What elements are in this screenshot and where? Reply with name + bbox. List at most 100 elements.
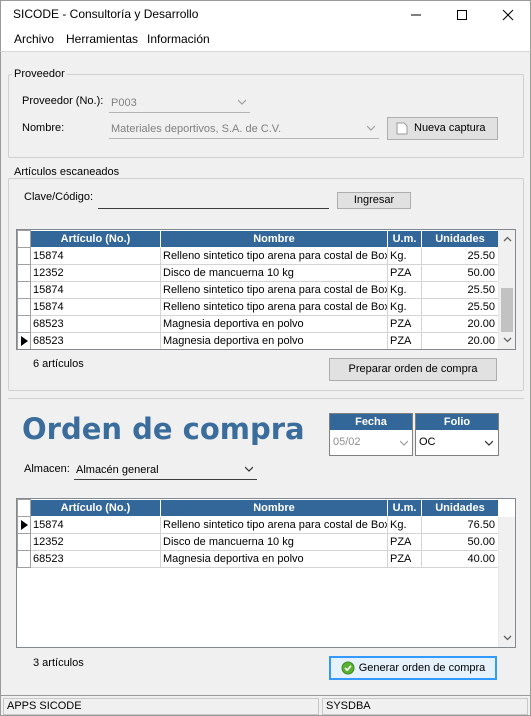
column-header-nombre[interactable]: Nombre (160, 499, 388, 517)
cell-nombre[interactable]: Magnesia deportiva en polvo (160, 332, 388, 349)
cell-nombre[interactable]: Relleno sintetico tipo arena para costal… (160, 516, 388, 534)
cell-unidades[interactable]: 20.00 (421, 315, 499, 333)
cell-unidades[interactable]: 25.50 (421, 281, 499, 299)
cell-um[interactable]: PZA (387, 533, 422, 551)
minimize-button[interactable] (393, 1, 439, 28)
table-row[interactable]: 12352 Disco de mancuerna 10 kg PZA 50.00 (17, 533, 499, 551)
row-header[interactable] (17, 550, 31, 568)
ingresar-button[interactable]: Ingresar (337, 192, 411, 209)
cell-articulo[interactable]: 68523 (30, 550, 161, 568)
preparar-orden-button[interactable]: Preparar orden de compra (329, 358, 497, 381)
column-header-unidades[interactable]: Unidades (421, 230, 499, 248)
scroll-down-icon[interactable] (503, 633, 512, 642)
column-header-articulo[interactable]: Artículo (No.) (30, 230, 161, 248)
scroll-down-icon[interactable] (503, 335, 512, 344)
cell-unidades[interactable]: 25.50 (421, 247, 499, 265)
orden-scrollbar[interactable] (498, 517, 515, 647)
status-user: SYSDBA (322, 698, 528, 715)
cell-nombre[interactable]: Disco de mancuerna 10 kg (160, 533, 388, 551)
cell-unidades[interactable]: 50.00 (421, 264, 499, 282)
cell-articulo[interactable]: 15874 (30, 516, 161, 534)
nombre-value: Materiales deportivos, S.A. de C.V. (111, 123, 282, 135)
current-row-indicator[interactable] (17, 516, 31, 534)
cell-unidades[interactable]: 76.50 (421, 516, 499, 534)
cell-um[interactable]: PZA (387, 550, 422, 568)
cell-nombre[interactable]: Relleno sintetico tipo arena para costal… (160, 247, 388, 265)
nueva-captura-button[interactable]: Nueva captura (387, 117, 498, 140)
cell-nombre[interactable]: Disco de mancuerna 10 kg (160, 264, 388, 282)
row-header[interactable] (17, 533, 31, 551)
menu-herramientas[interactable]: Herramientas (66, 32, 138, 46)
almacen-combo[interactable]: Almacén general (74, 462, 257, 480)
document-icon (396, 122, 408, 135)
close-button[interactable] (485, 1, 531, 28)
orden-count: 3 artículos (33, 657, 84, 669)
folio-box: Folio OC (415, 413, 499, 456)
cell-articulo[interactable]: 15874 (30, 281, 161, 299)
nombre-combo[interactable]: Materiales deportivos, S.A. de C.V. (109, 121, 379, 139)
cell-articulo[interactable]: 12352 (30, 533, 161, 551)
cell-um[interactable]: Kg. (387, 281, 422, 299)
row-header[interactable] (17, 247, 31, 265)
status-bar: APPS SICODE SYSDBA (0, 695, 531, 716)
column-header-um[interactable]: U.m. (387, 499, 422, 517)
column-header-um[interactable]: U.m. (387, 230, 422, 248)
fecha-picker[interactable]: 05/02 (330, 430, 412, 455)
cell-um[interactable]: Kg. (387, 516, 422, 534)
menu-archivo[interactable]: Archivo (14, 32, 54, 46)
minimize-icon (411, 14, 421, 16)
proveedor-no-value: P003 (111, 97, 137, 109)
maximize-button[interactable] (439, 1, 485, 28)
cell-unidades[interactable]: 40.00 (421, 550, 499, 568)
cell-articulo[interactable]: 68523 (30, 315, 161, 333)
cell-nombre[interactable]: Magnesia deportiva en polvo (160, 550, 388, 568)
column-header-unidades[interactable]: Unidades (421, 499, 499, 517)
row-header[interactable] (17, 315, 31, 333)
chevron-down-icon (367, 125, 375, 131)
table-row[interactable]: 12352 Disco de mancuerna 10 kg PZA 50.00 (17, 264, 499, 282)
table-row[interactable]: 15874 Relleno sintetico tipo arena para c… (17, 247, 499, 265)
table-row[interactable]: 15874 Relleno sintetico tipo arena para c… (17, 298, 499, 316)
cell-unidades[interactable]: 50.00 (421, 533, 499, 551)
cell-um[interactable]: PZA (387, 264, 422, 282)
row-header[interactable] (17, 264, 31, 282)
cell-articulo[interactable]: 68523 (30, 332, 161, 349)
check-circle-icon (341, 661, 355, 675)
cell-um[interactable]: Kg. (387, 298, 422, 316)
generar-orden-button[interactable]: Generar orden de compra (329, 656, 497, 680)
row-header-corner (17, 230, 31, 248)
column-header-nombre[interactable]: Nombre (160, 230, 388, 248)
menu-informacion[interactable]: Información (147, 32, 210, 46)
proveedor-no-combo[interactable]: P003 (109, 95, 250, 113)
table-row[interactable]: 68523 Magnesia deportiva en polvo PZA 20.00 (17, 332, 499, 349)
chevron-down-icon (485, 440, 493, 446)
orden-grid: Artículo (No.) Nombre U.m. Unidades 1587… (16, 498, 516, 648)
cell-unidades[interactable]: 20.00 (421, 332, 499, 349)
cell-um[interactable]: Kg. (387, 247, 422, 265)
table-row[interactable]: 68523 Magnesia deportiva en polvo PZA 20.00 (17, 315, 499, 333)
table-row[interactable]: 68523 Magnesia deportiva en polvo PZA 40.00 (17, 550, 499, 568)
table-row[interactable]: 15874 Relleno sintetico tipo arena para c… (17, 516, 499, 534)
folio-combo[interactable]: OC (416, 430, 498, 455)
cell-nombre[interactable]: Magnesia deportiva en polvo (160, 315, 388, 333)
table-row[interactable]: 15874 Relleno sintetico tipo arena para c… (17, 281, 499, 299)
current-row-indicator[interactable] (17, 332, 31, 349)
scroll-up-icon[interactable] (503, 235, 512, 244)
cell-articulo[interactable]: 15874 (30, 298, 161, 316)
cell-nombre[interactable]: Relleno sintetico tipo arena para costal… (160, 281, 388, 299)
row-header[interactable] (17, 281, 31, 299)
escaneados-scrollbar[interactable] (498, 230, 515, 349)
status-app: APPS SICODE (3, 698, 319, 715)
clave-input[interactable] (98, 191, 329, 209)
nombre-label: Nombre: (22, 122, 65, 134)
cell-articulo[interactable]: 12352 (30, 264, 161, 282)
cell-articulo[interactable]: 15874 (30, 247, 161, 265)
cell-um[interactable]: PZA (387, 315, 422, 333)
column-header-articulo[interactable]: Artículo (No.) (30, 499, 161, 517)
folio-header: Folio (416, 414, 498, 430)
cell-unidades[interactable]: 25.50 (421, 298, 499, 316)
cell-nombre[interactable]: Relleno sintetico tipo arena para costal… (160, 298, 388, 316)
cell-um[interactable]: PZA (387, 332, 422, 349)
escaneados-scroll-thumb[interactable] (501, 288, 513, 332)
row-header[interactable] (17, 298, 31, 316)
